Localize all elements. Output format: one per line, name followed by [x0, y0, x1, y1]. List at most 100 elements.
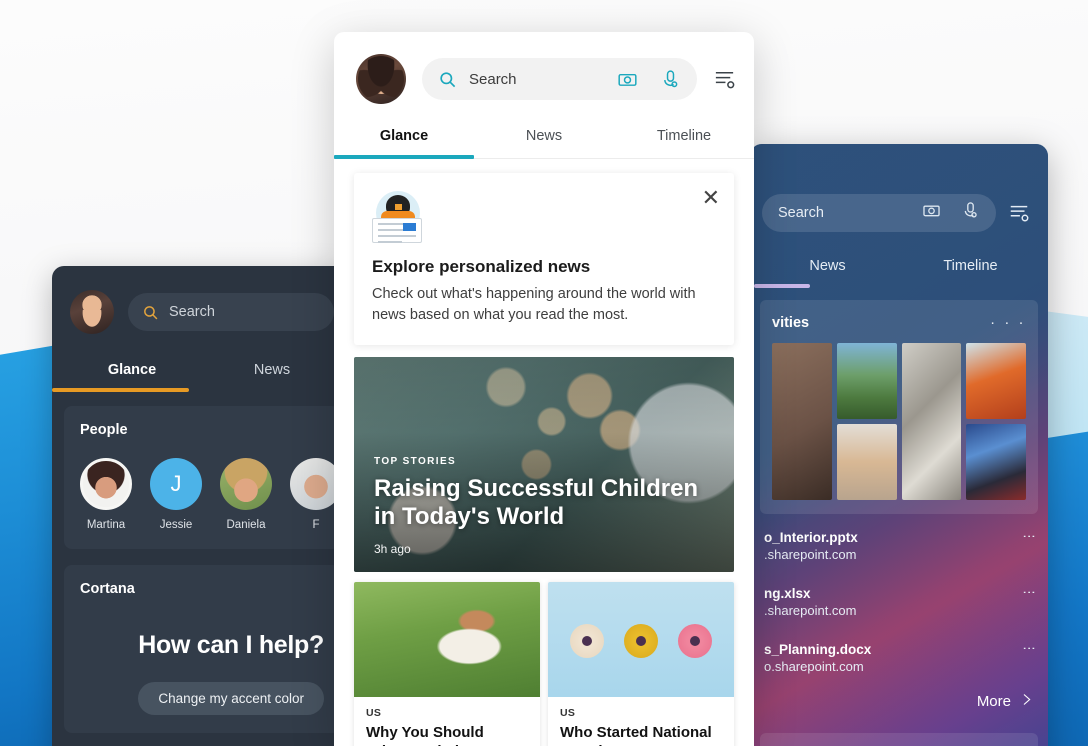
- promo-body: Check out what's happening around the wo…: [372, 286, 696, 323]
- list-item[interactable]: s_Planning.docx o.sharepoint.com ⋮: [750, 630, 1048, 686]
- chevron-right-icon: [1019, 692, 1034, 711]
- list-item[interactable]: Martina: [80, 458, 132, 531]
- right-panel-content: Search News Timeline vities · · · o_Inte…: [750, 144, 1048, 746]
- search-icon: [438, 70, 457, 89]
- center-panel-body: ✕ Explore personalized news Check out wh…: [334, 159, 754, 746]
- overflow-menu-icon[interactable]: ⋮: [1015, 642, 1037, 655]
- search-actions: [617, 69, 681, 90]
- search-input[interactable]: Search: [422, 58, 697, 100]
- avatar[interactable]: [356, 54, 406, 104]
- news-card-image: [354, 582, 540, 698]
- news-card-title: Why You Should Adopt A Shelter Animal: [366, 724, 484, 746]
- file-meta: ng.xlsx .sharepoint.com: [764, 586, 1015, 618]
- news-card-meta: US Who Started National Doughnut Day?: [548, 697, 734, 746]
- cortana-card: Cortana How can I help? Change my accent…: [64, 565, 340, 733]
- search-actions: [922, 201, 980, 225]
- search-input[interactable]: Search: [762, 194, 996, 232]
- file-meta: o_Interior.pptx .sharepoint.com: [764, 530, 1015, 562]
- overflow-menu-icon[interactable]: ⋮: [1015, 586, 1037, 599]
- activities-title: vities: [772, 314, 810, 331]
- search-placeholder: Search: [469, 70, 517, 88]
- top-story-hero-card[interactable]: TOP STORIES Raising Successful Children …: [354, 357, 734, 573]
- search-placeholder: Search: [778, 205, 824, 221]
- people-card: People Martina J Jessie Daniela F: [64, 406, 342, 549]
- center-search-row: Search: [334, 32, 754, 104]
- list-item[interactable]: o_Interior.pptx .sharepoint.com ⋮: [750, 518, 1048, 574]
- tab-glance[interactable]: Glance: [334, 122, 474, 158]
- file-list: o_Interior.pptx .sharepoint.com ⋮ ng.xls…: [750, 518, 1048, 686]
- file-name: ng.xlsx: [764, 586, 811, 601]
- camera-icon[interactable]: [617, 69, 638, 90]
- tab-news[interactable]: News: [202, 356, 342, 392]
- left-panel-header: Search Glance News: [52, 266, 352, 392]
- right-search-row: Search: [750, 144, 1048, 232]
- photo-thumbnail[interactable]: [836, 343, 897, 419]
- search-icon: [142, 304, 159, 321]
- news-card-grid: US Why You Should Adopt A Shelter Animal…: [354, 582, 734, 746]
- photo-thumbnail[interactable]: [966, 343, 1026, 419]
- news-card[interactable]: US Who Started National Doughnut Day?: [548, 582, 734, 746]
- file-meta: s_Planning.docx o.sharepoint.com: [764, 642, 1015, 674]
- activities-card: vities · · ·: [760, 300, 1038, 514]
- right-tabs: News Timeline: [750, 252, 1048, 288]
- microphone-icon[interactable]: [660, 69, 681, 90]
- file-url: .sharepoint.com: [764, 603, 857, 618]
- overflow-menu-icon[interactable]: · · ·: [990, 314, 1026, 331]
- news-card-title: Who Started National Doughnut Day?: [560, 724, 712, 746]
- screenshot-stage: Search Glance News People Martina J Jess…: [0, 0, 1088, 746]
- file-name: s_Planning.docx: [764, 642, 872, 657]
- photo-grid: [772, 343, 1026, 500]
- left-dark-panel: Search Glance News People Martina J Jess…: [52, 266, 352, 746]
- cortana-title: Cortana: [80, 581, 135, 597]
- news-illustration-icon: [372, 191, 424, 243]
- hero-kicker: TOP STORIES: [374, 455, 457, 467]
- photo-thumbnail[interactable]: [966, 424, 1026, 500]
- photo-thumbnail[interactable]: [901, 343, 962, 500]
- settings-list-icon[interactable]: [713, 68, 736, 91]
- person-name: Jessie: [159, 519, 193, 531]
- list-item[interactable]: ng.xlsx .sharepoint.com ⋮: [750, 574, 1048, 630]
- list-item[interactable]: Daniela: [220, 458, 272, 531]
- list-item[interactable]: J Jessie: [150, 458, 202, 531]
- camera-icon[interactable]: [922, 201, 941, 225]
- file-name: o_Interior.pptx: [764, 530, 858, 545]
- search-placeholder: Search: [169, 304, 215, 320]
- file-url: .sharepoint.com: [764, 547, 857, 562]
- tab-timeline[interactable]: Timeline: [614, 122, 754, 158]
- close-icon[interactable]: ✕: [702, 187, 720, 209]
- news-card-source: US: [366, 707, 382, 720]
- settings-list-icon[interactable]: [1008, 202, 1034, 224]
- overflow-menu-icon[interactable]: ⋮: [1015, 530, 1037, 543]
- news-card-source: US: [560, 707, 576, 720]
- avatar: [80, 458, 132, 510]
- more-link[interactable]: More: [750, 686, 1048, 725]
- photo-thumbnail[interactable]: [772, 343, 832, 500]
- avatar[interactable]: [70, 290, 114, 334]
- photo-thumbnail[interactable]: [836, 424, 897, 500]
- tab-timeline[interactable]: Timeline: [899, 252, 1042, 288]
- search-input[interactable]: Search: [128, 293, 334, 331]
- active-tab-underline: [334, 155, 474, 159]
- avatar: J: [150, 458, 202, 510]
- more-label: More: [976, 693, 1011, 710]
- cortana-suggestion-chip[interactable]: Change my accent color: [138, 682, 324, 715]
- avatar: [220, 458, 272, 510]
- microphone-icon[interactable]: [961, 201, 980, 225]
- cortana-prompt: How can I help?: [138, 631, 324, 659]
- hero-text: TOP STORIES Raising Successful Children …: [374, 456, 714, 557]
- tab-news[interactable]: News: [474, 122, 614, 158]
- news-card[interactable]: US Why You Should Adopt A Shelter Animal: [354, 582, 540, 746]
- active-tab-underline: [52, 388, 189, 392]
- activities-header: vities · · ·: [772, 314, 1026, 331]
- tab-news[interactable]: News: [756, 252, 899, 288]
- right-blue-panel: Search News Timeline vities · · · o_Inte…: [750, 144, 1048, 746]
- left-tabs: Glance News: [52, 356, 352, 392]
- hero-headline: Raising Successful Children in Today's W…: [374, 474, 699, 531]
- news-card-image: [548, 582, 734, 698]
- tab-glance[interactable]: Glance: [62, 356, 202, 392]
- personalized-news-promo-card: ✕ Explore personalized news Check out wh…: [354, 173, 734, 346]
- active-tab-underline: [754, 284, 810, 288]
- center-white-panel: Search Glance News Timeline ✕ Explore pe…: [334, 32, 754, 746]
- person-name: Martina: [86, 519, 126, 531]
- person-name: Daniela: [226, 519, 266, 531]
